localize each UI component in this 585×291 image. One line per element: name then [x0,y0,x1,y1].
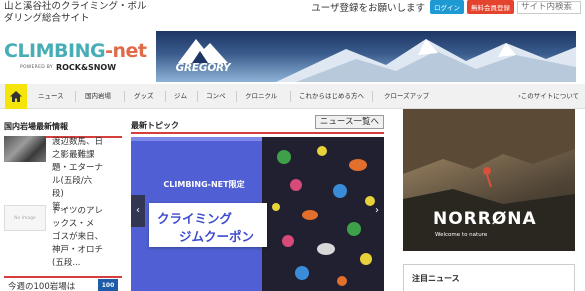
gregory-wordmark: GREGORY [175,62,231,74]
home-icon [10,91,22,102]
latest-topics-header: 最新トピック ニュース一覧へ [131,115,384,134]
climbing-holds-illustration [272,146,375,286]
nav-item-news[interactable]: ニュース [38,84,64,109]
nav-divider [75,91,76,102]
weekly-crag-label: 今週の100岩場は [8,282,76,291]
slider-prev-arrow-icon[interactable]: ‹ [131,195,145,227]
crag-news-thumbnail[interactable] [4,136,46,162]
logo-text-net: -net [105,40,147,62]
norrona-logo: NORRØNA [433,209,537,229]
nav-divider [236,91,237,102]
gregory-logo: GREGORY [170,35,236,77]
nav-item-gym[interactable]: ジム [174,84,187,109]
cliff-illustration [403,109,575,251]
coupon-line1: クライミング [157,211,233,226]
logo-powered-by: POWERED BY [19,65,53,70]
about-site-link[interactable]: ›このサイトについて [518,84,579,109]
topic-slider[interactable]: CLIMBING-NET限定 クライミング ジムクーポン ‹ › [131,137,384,291]
nav-divider [372,91,373,102]
nav-divider [124,91,125,102]
featured-news-heading: 注目ニュース [412,274,460,283]
crag-news-item[interactable]: No Image ドイツのアレ ックス・メ ゴスが来日、 神戸・オロチ (五段.… [4,205,122,270]
coupon-line2: ジムクーポン [179,229,255,244]
weekly-crag-teaser[interactable]: 今週の100岩場は 100 [4,276,122,291]
crag-news-title[interactable]: 渡辺数馬、日 之影最難課 題・エターナ ル(五段/六 段) 第... [52,136,103,214]
latest-topics-heading: 最新トピック [131,121,179,130]
site-logo[interactable]: CLIMBING-net POWERED BY ROCK&SNOW [4,40,147,72]
search-input[interactable] [517,0,581,14]
featured-news-box: 注目ニュース [403,264,575,291]
news-list-button[interactable]: ニュース一覧へ [314,115,384,129]
logo-text-main: CLIMBING [4,40,106,62]
gregory-banner-ad[interactable]: GREGORY [156,31,576,82]
crag-news-item[interactable]: 渡辺数馬、日 之影最難課 題・エターナ ル(五段/六 段) 第... [4,136,122,214]
norrona-slogan: Welcome to nature [435,232,488,238]
logo-brand: ROCK&SNOW [55,63,117,72]
page: 山と溪谷社のクライミング・ボルダリング総合サイト ユーザ登録をお願いします ログ… [0,0,585,291]
coupon-card: クライミング ジムクーポン [149,203,267,247]
gregory-mountain-icon [178,39,228,63]
slide-stripe [131,137,262,141]
user-bar: ユーザ登録をお願いします ログイン 無料会員登録 [311,0,581,14]
register-button[interactable]: 無料会員登録 [467,0,514,14]
nav-item-competition[interactable]: コンペ [206,84,226,109]
nav-item-closeup[interactable]: クローズアップ [384,84,429,109]
nav-divider [165,91,166,102]
slide-kicker: CLIMBING-NET限定 [163,180,245,189]
nav-item-chronicle[interactable]: クロニクル [245,84,277,109]
nav-item-beginners[interactable]: これからはじめる方へ [299,84,364,109]
climbing-wall-image [262,137,384,291]
norrona-ad[interactable]: NORRØNA Welcome to nature [403,109,575,251]
home-button[interactable] [5,84,27,109]
main-nav: ニュース 国内岩場 グッズ ジム コンペ クロニクル これからはじめる方へ クロ… [0,84,585,109]
nav-item-crags[interactable]: 国内岩場 [85,84,111,109]
no-image-placeholder[interactable]: No Image [4,205,46,231]
100-crags-badge: 100 [98,279,118,291]
site-tagline: 山と溪谷社のクライミング・ボルダリング総合サイト [4,1,147,24]
slider-next-arrow-icon[interactable]: › [370,195,384,227]
register-message: ユーザ登録をお願いします [311,3,425,14]
login-button[interactable]: ログイン [430,0,464,14]
nav-divider [197,91,198,102]
crag-news-title[interactable]: ドイツのアレ ックス・メ ゴスが来日、 神戸・オロチ (五段... [52,205,103,270]
nav-divider [290,91,291,102]
nav-item-goods[interactable]: グッズ [134,84,154,109]
